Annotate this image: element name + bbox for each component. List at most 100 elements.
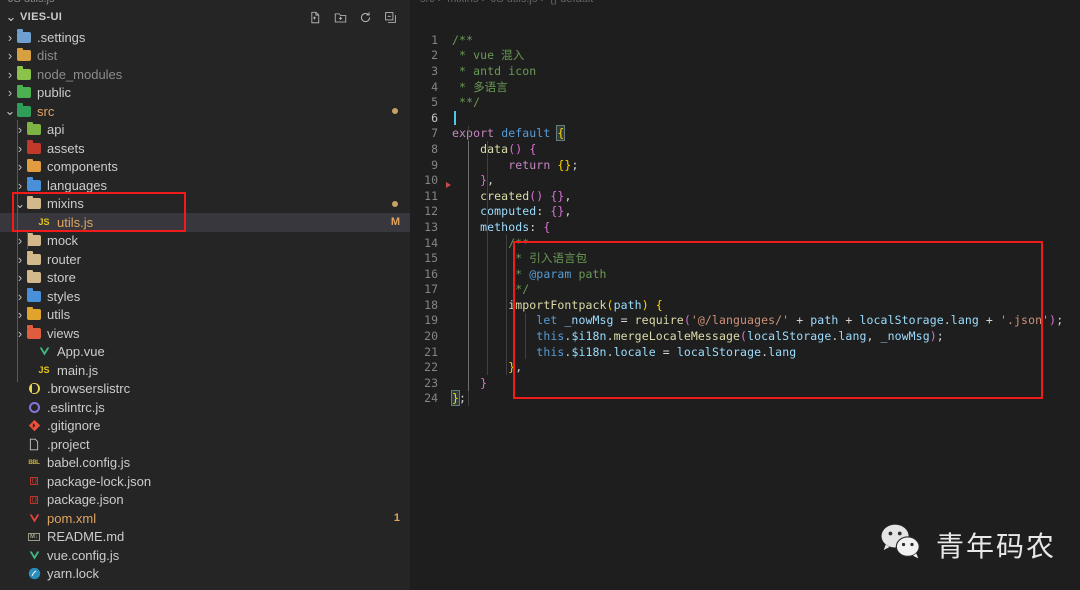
explorer-root-header[interactable]: ⌄ VIES-UI: [0, 6, 410, 28]
indent-guide: [487, 203, 488, 220]
chevron-right-icon[interactable]: ›: [14, 122, 26, 138]
tree-item-yarn-lock[interactable]: yarn.lock: [0, 565, 410, 584]
indent-guide: [487, 312, 488, 329]
tree-item-readme-md[interactable]: M↓ README.md: [0, 528, 410, 547]
indent-guide: [468, 297, 469, 313]
chevron-down-icon[interactable]: ⌄: [14, 196, 26, 212]
code-text: **/: [452, 95, 481, 110]
folder-icon: [26, 269, 42, 286]
tree-item-pom-xml[interactable]: pom.xml 1: [0, 509, 410, 528]
code-line-19[interactable]: 19 let _nowMsg = require('@/languages/' …: [410, 312, 1080, 329]
tree-item-styles[interactable]: › styles: [0, 287, 410, 306]
line-number: 9: [431, 157, 438, 172]
tree-item-main-js[interactable]: JS main.js: [0, 361, 410, 380]
tree-item-vue-config-js[interactable]: vue.config.js: [0, 546, 410, 565]
tree-item-package-lock-json[interactable]: { } package-lock.json: [0, 472, 410, 491]
code-line-1[interactable]: 1 /**: [410, 32, 1080, 48]
tree-item--eslintrc-js[interactable]: .eslintrc.js: [0, 398, 410, 417]
code-line-16[interactable]: 16 * @param path: [410, 265, 1080, 282]
code-text: /**: [452, 32, 474, 47]
tree-item-label: utils: [47, 307, 71, 323]
code-line-22[interactable]: 22 },: [410, 359, 1080, 376]
tree-item-mixins[interactable]: ⌄ mixins: [0, 195, 410, 214]
indent-guide: [468, 343, 469, 360]
tree-item-package-json[interactable]: { } package.json: [0, 491, 410, 510]
new-file-icon[interactable]: [307, 9, 323, 25]
tree-item-languages[interactable]: › languages: [0, 176, 410, 195]
tree-item-components[interactable]: › components: [0, 158, 410, 177]
tree-item-views[interactable]: › views: [0, 324, 410, 343]
code-editor[interactable]: 1/** 2 * vue 混入 3 * antd icon 4 * 多语言 5 **/6…: [410, 7, 1080, 590]
explorer-root-title: VIES-UI: [20, 11, 63, 23]
chevron-right-icon[interactable]: ›: [4, 48, 16, 64]
tree-item-assets[interactable]: › assets: [0, 139, 410, 158]
code-line-13[interactable]: 13 methods: {: [410, 219, 1080, 235]
code-line-10[interactable]: 10 },: [410, 172, 1080, 188]
chevron-right-icon[interactable]: ›: [14, 140, 26, 156]
tree-item-mock[interactable]: › mock: [0, 232, 410, 251]
tree-item-dist[interactable]: › dist: [0, 47, 410, 66]
tree-item-babel-config-js[interactable]: BBL babel.config.js: [0, 454, 410, 473]
folder-icon: [26, 177, 42, 193]
code-line-21[interactable]: 21 this.$i18n.locale = localStorage.lang: [410, 343, 1080, 360]
tree-item-label: .settings: [37, 29, 86, 45]
tree-item-utils[interactable]: › utils: [0, 306, 410, 325]
chevron-right-icon[interactable]: ›: [4, 29, 16, 45]
tree-item-public[interactable]: › public: [0, 84, 410, 103]
line-number: 4: [431, 79, 438, 94]
chevron-down-icon[interactable]: ⌄: [4, 103, 16, 119]
code-line-18[interactable]: 18 importFontpack(path) {: [410, 297, 1080, 313]
code-lines[interactable]: 1/** 2 * vue 混入 3 * antd icon 4 * 多语言 5 **/6…: [410, 7, 1080, 407]
code-line-6[interactable]: 6: [410, 110, 1080, 126]
tree-item--browserslistrc[interactable]: .browserslistrc: [0, 380, 410, 399]
code-line-5[interactable]: 5 **/: [410, 94, 1080, 110]
code-line-8[interactable]: 8 data() {: [410, 141, 1080, 157]
collapse-all-icon[interactable]: [382, 9, 398, 25]
chevron-right-icon[interactable]: ›: [14, 288, 26, 304]
code-line-17[interactable]: 17 */: [410, 281, 1080, 298]
tree-item--settings[interactable]: › .settings: [0, 28, 410, 47]
tree-item-label: api: [47, 122, 65, 138]
tree-item-router[interactable]: › router: [0, 250, 410, 269]
chevron-right-icon[interactable]: ›: [14, 325, 26, 341]
tree-item-store[interactable]: › store: [0, 269, 410, 288]
modified-dot-indicator: [392, 200, 398, 207]
line-number: 21: [424, 344, 438, 359]
gutter-marker-icon[interactable]: [446, 181, 451, 188]
tree-item--project[interactable]: .project: [0, 435, 410, 454]
chevron-right-icon[interactable]: ›: [4, 85, 16, 101]
chevron-right-icon[interactable]: ›: [14, 233, 26, 249]
tree-item-src[interactable]: ⌄ src: [0, 102, 410, 121]
new-folder-icon[interactable]: [332, 9, 348, 25]
watermark: 青年码农: [879, 523, 1056, 566]
line-number: 17: [424, 282, 438, 297]
tree-item-node-modules[interactable]: › node_modules: [0, 65, 410, 84]
chevron-right-icon[interactable]: ›: [14, 159, 26, 175]
chevron-right-icon[interactable]: ›: [4, 66, 16, 82]
chevron-right-icon[interactable]: ›: [14, 177, 26, 193]
refresh-icon[interactable]: [357, 9, 373, 25]
code-line-11[interactable]: 11 created() {},: [410, 181, 1080, 204]
code-line-4[interactable]: 4 * 多语言: [410, 79, 1080, 95]
code-line-2[interactable]: 2 * vue 混入: [410, 48, 1080, 64]
tree-item-api[interactable]: › api: [0, 121, 410, 140]
tree-item--gitignore[interactable]: .gitignore: [0, 417, 410, 436]
code-line-15[interactable]: 15 * 引入语言包: [410, 250, 1080, 266]
doc-icon: [26, 436, 42, 452]
indent-guide: [506, 343, 507, 360]
code-line-12[interactable]: 12 computed: {},: [410, 203, 1080, 220]
tree-item-app-vue[interactable]: App.vue: [0, 343, 410, 362]
code-line-7[interactable]: 7 export default {: [410, 125, 1080, 142]
code-line-14[interactable]: 14 /**: [410, 234, 1080, 251]
code-line-23[interactable]: 23 }: [410, 375, 1080, 391]
tree-item-utils-js[interactable]: JS utils.js M: [0, 213, 410, 232]
code-line-20[interactable]: 20 this.$i18n.mergeLocaleMessage(localSt…: [410, 328, 1080, 344]
chevron-right-icon[interactable]: ›: [14, 251, 26, 267]
code-line-3[interactable]: 3 * antd icon: [410, 63, 1080, 79]
code-line-9[interactable]: 9 return {};: [410, 156, 1080, 173]
chevron-right-icon[interactable]: ›: [14, 270, 26, 286]
code-line-24[interactable]: 24};: [410, 390, 1080, 407]
chevron-down-icon[interactable]: ⌄: [4, 9, 18, 24]
line-number: 3: [431, 63, 438, 78]
chevron-right-icon[interactable]: ›: [14, 307, 26, 323]
